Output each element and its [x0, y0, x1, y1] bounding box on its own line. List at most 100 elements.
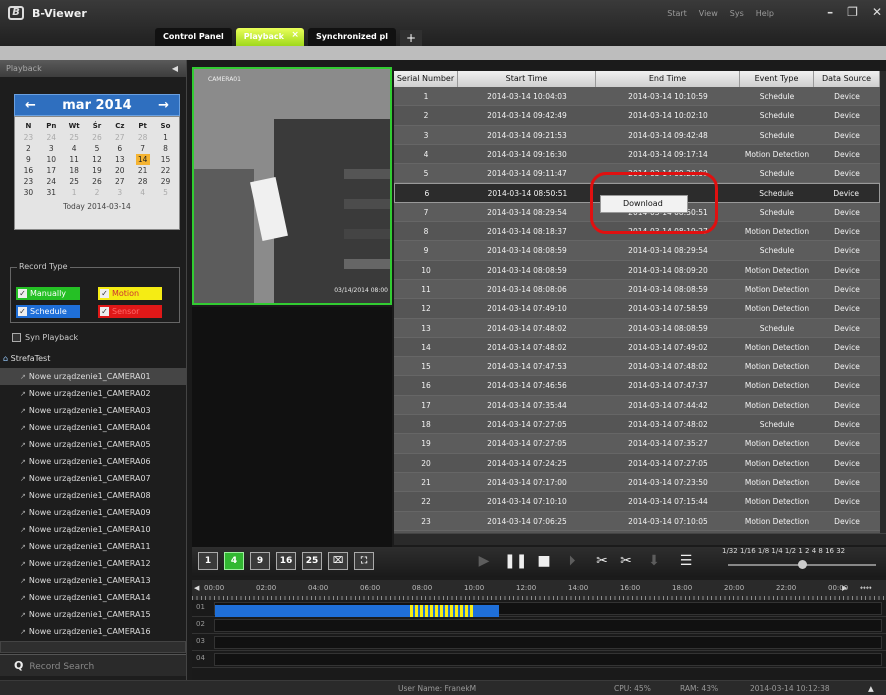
pause-icon[interactable]: ❚❚ — [504, 551, 527, 571]
table-row[interactable]: 12 2014-03-14 07:49:10 2014-03-14 07:58:59… — [394, 299, 880, 319]
calendar-day[interactable]: 4 — [136, 187, 150, 198]
timeline-track[interactable] — [214, 636, 882, 649]
camera-item[interactable]: Nowe urządzenie1_CAMERA05 — [0, 436, 186, 453]
table-row[interactable]: 16 2014-03-14 07:46:56 2014-03-14 07:47:37… — [394, 376, 880, 396]
next-frame-icon[interactable]: ⏵ — [562, 551, 582, 571]
calendar-day[interactable]: 13 — [113, 154, 127, 165]
calendar-day[interactable]: 2 — [90, 187, 104, 198]
calendar-day[interactable]: 27 — [113, 176, 127, 187]
calendar-day[interactable]: 25 — [67, 132, 81, 143]
video-view[interactable]: CAMERA01 03/14/2014 08:00 — [192, 67, 392, 305]
calendar-day[interactable]: 23 — [21, 176, 35, 187]
calendar-day[interactable]: 24 — [44, 132, 58, 143]
calendar-day[interactable]: 26 — [90, 176, 104, 187]
play-icon[interactable]: ▶ — [474, 551, 494, 571]
tree-root[interactable]: ⌂ StrefaTest — [3, 354, 50, 363]
menu-start[interactable]: Start — [667, 9, 687, 18]
table-row[interactable]: 23 2014-03-14 07:06:25 2014-03-14 07:10:05… — [394, 511, 880, 531]
timeline-prev-icon[interactable]: ◀ — [194, 584, 199, 592]
add-tab-button[interactable]: + — [400, 30, 422, 46]
close-all-icon[interactable]: ⌧ — [328, 552, 348, 570]
table-row[interactable]: 18 2014-03-14 07:27:05 2014-03-14 07:48:02… — [394, 415, 880, 435]
context-menu-download[interactable]: Download — [600, 195, 688, 213]
table-row[interactable]: 21 2014-03-14 07:17:00 2014-03-14 07:23:50… — [394, 472, 880, 493]
table-row[interactable]: 4 2014-03-14 09:16:30 2014-03-14 09:17:14 M… — [394, 145, 880, 165]
table-row[interactable]: 22 2014-03-14 07:10:10 2014-03-14 07:15:44… — [394, 492, 880, 512]
col-start-time[interactable]: Start Time — [458, 71, 596, 87]
camera-item[interactable]: Nowe urządzenie1_CAMERA04 — [0, 419, 186, 436]
calendar-day[interactable]: 22 — [158, 165, 172, 176]
camera-item[interactable]: Nowe urządzenie1_CAMERA15 — [0, 606, 186, 623]
split-25-button[interactable]: 25 — [302, 552, 322, 570]
table-row[interactable]: 3 2014-03-14 09:21:53 2014-03-14 09:42:48 S… — [394, 125, 880, 145]
list-icon[interactable]: ☰ — [676, 551, 696, 571]
calendar-day[interactable]: 25 — [67, 176, 81, 187]
prev-month-icon[interactable]: ← — [25, 98, 36, 113]
col-end-time[interactable]: End Time — [596, 71, 740, 87]
calendar-day[interactable]: 24 — [44, 176, 58, 187]
table-row[interactable]: 19 2014-03-14 07:27:05 2014-03-14 07:35:27… — [394, 434, 880, 454]
close-icon[interactable]: ✕ — [872, 5, 882, 19]
manually-checkbox[interactable]: Manually — [16, 287, 80, 300]
sensor-checkbox[interactable]: Sensor — [98, 305, 162, 318]
camera-item[interactable]: Nowe urządzenie1_CAMERA13 — [0, 572, 186, 589]
horizontal-scrollbar[interactable] — [394, 533, 886, 545]
col-event-type[interactable]: Event Type — [740, 71, 814, 87]
table-row[interactable]: 1 2014-03-14 10:04:03 2014-03-14 10:10:59 S… — [394, 87, 880, 107]
motion-record-bar[interactable] — [409, 605, 474, 617]
calendar-day[interactable]: 26 — [90, 132, 104, 143]
calendar-day[interactable]: 10 — [44, 154, 58, 165]
calendar-day[interactable]: 11 — [67, 154, 81, 165]
timeline-row[interactable]: 01 — [192, 600, 886, 617]
calendar-day[interactable]: 17 — [44, 165, 58, 176]
download-icon[interactable]: ⬇ — [644, 551, 664, 571]
split-4-button[interactable]: 4 — [224, 552, 244, 570]
clip-start-icon[interactable]: ✂ — [592, 551, 612, 571]
camera-item[interactable]: Nowe urządzenie1_CAMERA02 — [0, 385, 186, 402]
timeline-row[interactable]: 04 — [192, 651, 886, 668]
calendar-day[interactable]: 19 — [90, 165, 104, 176]
horizontal-scrollbar[interactable] — [0, 641, 186, 653]
expand-icon[interactable]: ▲ — [868, 684, 874, 693]
camera-item[interactable]: Nowe urządzenie1_CAMERA06 — [0, 453, 186, 470]
tab-close-icon[interactable]: × — [291, 26, 299, 44]
timeline-track[interactable] — [214, 619, 882, 632]
calendar-day[interactable]: 16 — [21, 165, 35, 176]
table-row[interactable]: 17 2014-03-14 07:35:44 2014-03-14 07:44:42… — [394, 395, 880, 416]
calendar-day[interactable]: 27 — [113, 132, 127, 143]
calendar-day[interactable]: 7 — [136, 143, 150, 154]
speed-slider[interactable]: 1/32 1/16 1/8 1/4 1/2 1 2 4 8 16 32 — [722, 547, 882, 575]
split-9-button[interactable]: 9 — [250, 552, 270, 570]
calendar-day[interactable]: 8 — [158, 143, 172, 154]
restore-icon[interactable]: ❐ — [847, 5, 858, 19]
minimize-icon[interactable]: – — [827, 5, 833, 19]
speed-knob[interactable] — [798, 560, 807, 569]
motion-checkbox[interactable]: Motion — [98, 287, 162, 300]
schedule-checkbox[interactable]: Schedule — [16, 305, 80, 318]
camera-item[interactable]: Nowe urządzenie1_CAMERA12 — [0, 555, 186, 572]
menu-help[interactable]: Help — [756, 9, 774, 18]
camera-item[interactable]: Nowe urządzenie1_CAMERA16 — [0, 623, 186, 640]
calendar-today[interactable]: Today 2014-03-14 — [17, 202, 177, 211]
camera-item[interactable]: Nowe urządzenie1_CAMERA11 — [0, 538, 186, 555]
tab-synchronized-playback[interactable]: Synchronized pl — [307, 28, 396, 46]
calendar-day[interactable]: 28 — [136, 176, 150, 187]
calendar-day[interactable]: 30 — [21, 187, 35, 198]
calendar-day[interactable]: 28 — [136, 132, 150, 143]
fullscreen-icon[interactable]: ⛶ — [354, 552, 374, 570]
calendar-day[interactable]: 3 — [44, 143, 58, 154]
calendar-day[interactable]: 3 — [113, 187, 127, 198]
camera-item[interactable]: Nowe urządzenie1_CAMERA03 — [0, 402, 186, 419]
calendar-day[interactable]: 1 — [158, 132, 172, 143]
camera-item[interactable]: Nowe urządzenie1_CAMERA14 — [0, 589, 186, 606]
calendar-day[interactable]: 31 — [44, 187, 58, 198]
collapse-icon[interactable]: ◀ — [172, 60, 178, 77]
split-1-button[interactable]: 1 — [198, 552, 218, 570]
col-data-source[interactable]: Data Source — [814, 71, 880, 87]
table-row[interactable]: 9 2014-03-14 08:08:59 2014-03-14 08:29:54 S… — [394, 241, 880, 261]
menu-sys[interactable]: Sys — [730, 9, 744, 18]
calendar-day[interactable]: 20 — [113, 165, 127, 176]
table-row[interactable]: 2 2014-03-14 09:42:49 2014-03-14 10:02:10 S… — [394, 106, 880, 126]
calendar-day[interactable]: 12 — [90, 154, 104, 165]
col-serial-number[interactable]: Serial Number — [394, 71, 458, 87]
